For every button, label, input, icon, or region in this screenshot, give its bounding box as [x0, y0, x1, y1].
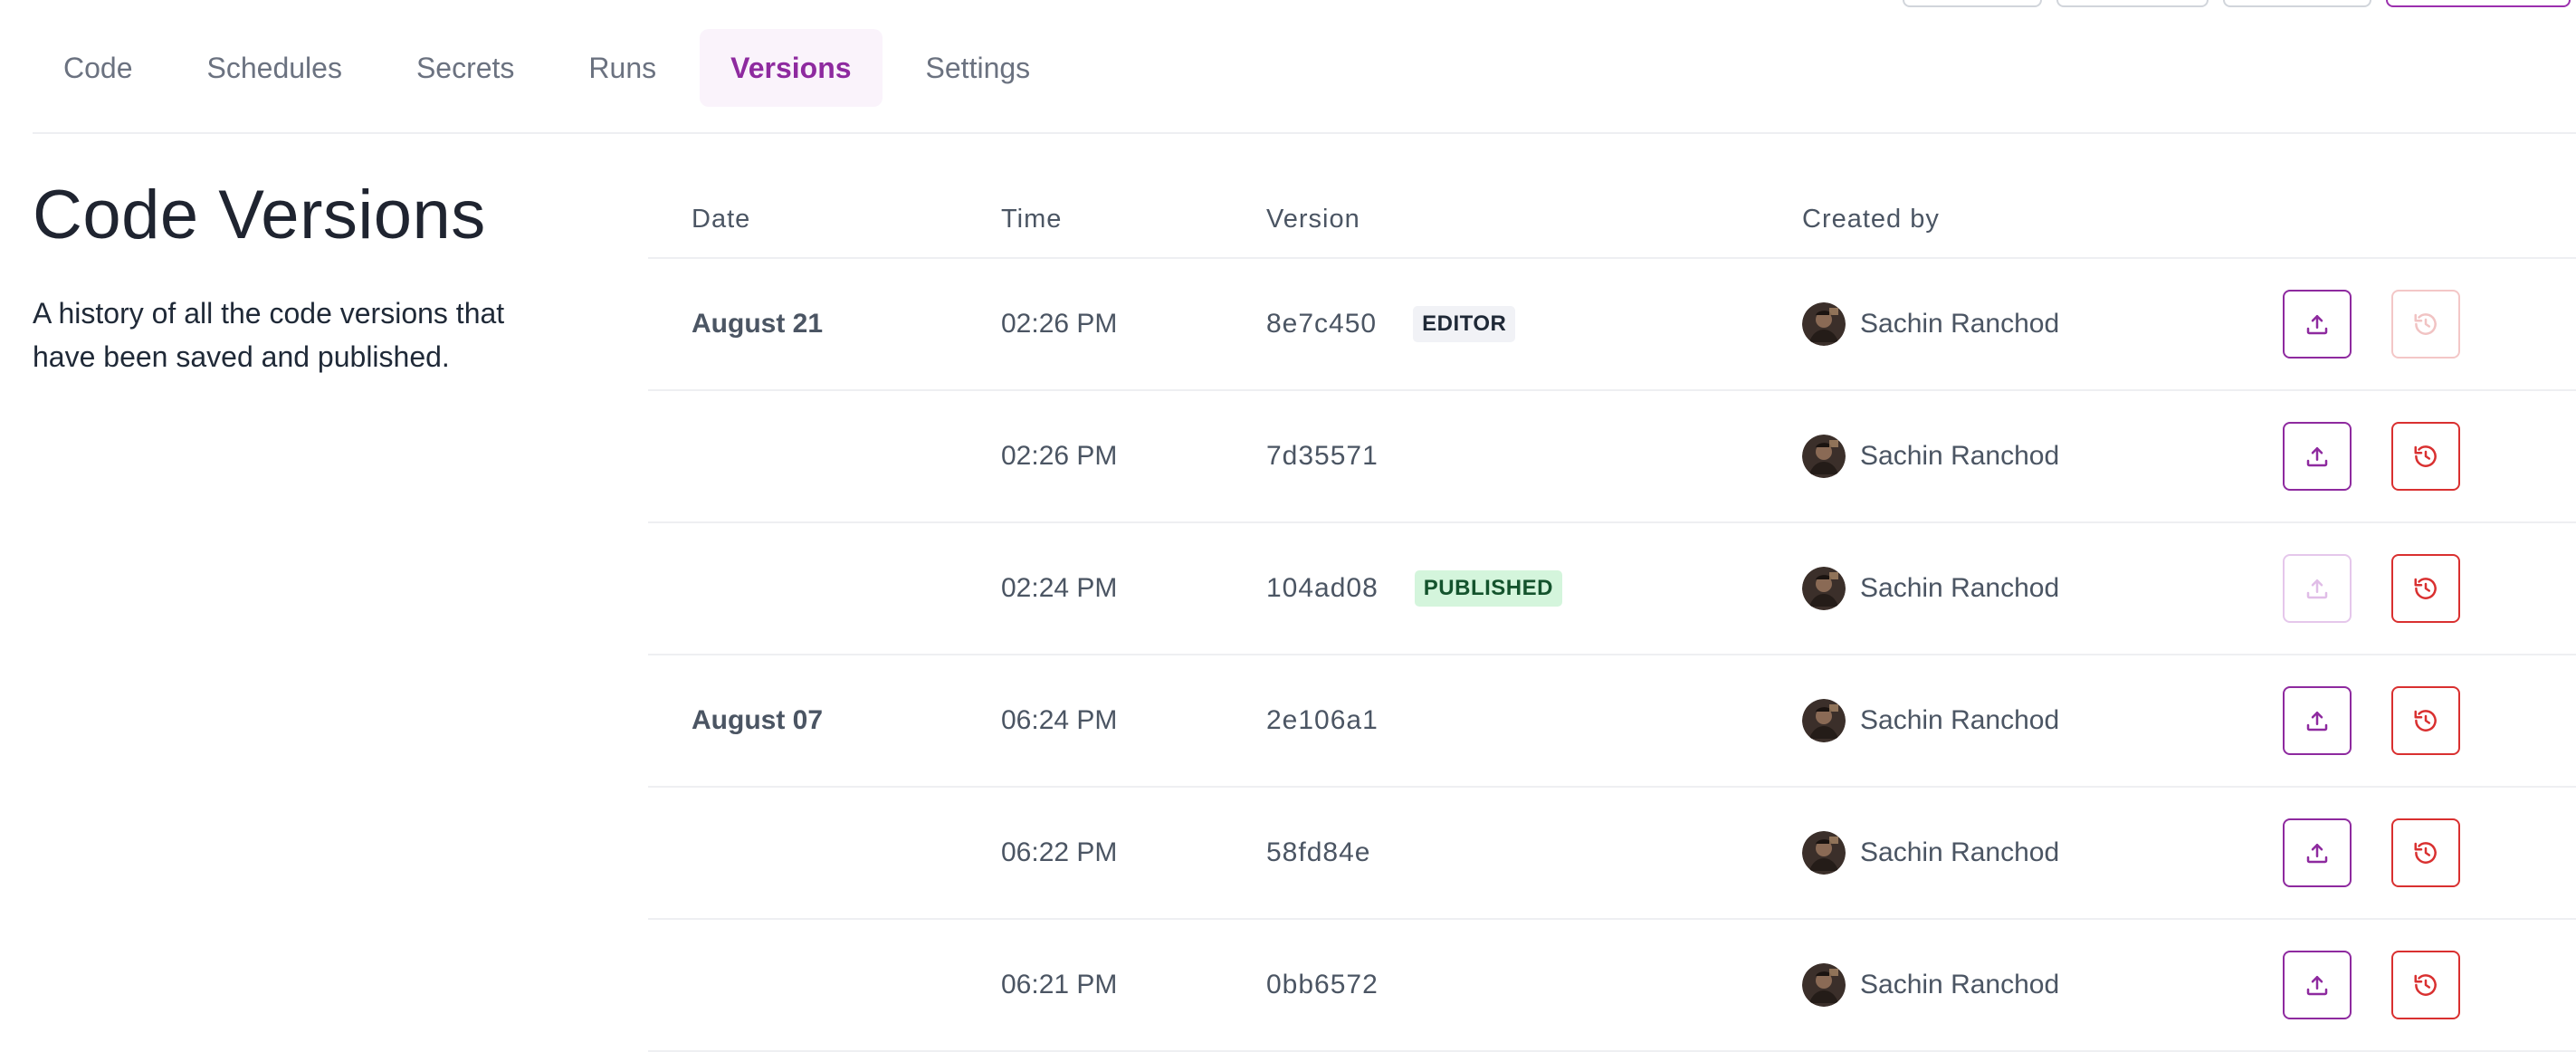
publish-button[interactable]	[2283, 422, 2352, 491]
row-actions	[2283, 523, 2500, 654]
avatar	[1802, 963, 1846, 1007]
tab-secrets[interactable]: Secrets	[386, 29, 545, 107]
row-created-by: Sachin Ranchod	[1802, 391, 2059, 521]
tab-bar: Code Schedules Secrets Runs Versions Set…	[33, 29, 2576, 107]
row-version: 2e106a1	[1266, 655, 1379, 786]
upload-icon	[2304, 707, 2331, 734]
version-hash: 8e7c450	[1266, 309, 1378, 339]
user-name: Sachin Ranchod	[1860, 837, 2060, 867]
history-icon	[2412, 443, 2439, 470]
row-created-by: Sachin Ranchod	[1802, 259, 2059, 389]
tab-schedules[interactable]: Schedules	[177, 29, 373, 107]
user-name: Sachin Ranchod	[1860, 309, 2060, 339]
row-actions	[2283, 655, 2500, 786]
publish-button[interactable]	[2283, 290, 2352, 359]
restore-button[interactable]	[2391, 686, 2460, 755]
upload-icon	[2304, 443, 2331, 470]
tab-runs[interactable]: Runs	[558, 29, 687, 107]
row-time: 02:26 PM	[1001, 309, 1118, 339]
row-date: August 07	[692, 705, 824, 735]
header-primary-button[interactable]	[2386, 0, 2571, 7]
publish-button[interactable]	[2283, 951, 2352, 1019]
editor-badge: EDITOR	[1413, 306, 1516, 342]
history-icon	[2412, 575, 2439, 602]
table-row: 06:22 PM 58fd84e Sachin Ranchod	[648, 788, 2576, 920]
row-actions	[2283, 920, 2500, 1050]
tab-versions[interactable]: Versions	[700, 29, 883, 107]
table-header: Date Time Version Created by	[648, 181, 2576, 259]
row-created-by: Sachin Ranchod	[1802, 523, 2059, 654]
history-icon	[2412, 839, 2439, 866]
upload-icon	[2304, 575, 2331, 602]
header-time: Time	[1001, 205, 1063, 234]
tab-code[interactable]: Code	[33, 29, 164, 107]
version-hash: 58fd84e	[1266, 837, 1371, 867]
user-name: Sachin Ranchod	[1860, 970, 2060, 999]
version-hash: 0bb6572	[1266, 970, 1379, 999]
row-version: 8e7c450 EDITOR	[1266, 259, 1516, 389]
user-name: Sachin Ranchod	[1860, 441, 2060, 471]
avatar	[1802, 302, 1846, 346]
restore-button[interactable]	[2391, 818, 2460, 887]
history-icon	[2412, 311, 2439, 338]
versions-table: Date Time Version Created by August 21 02…	[648, 181, 2576, 1052]
header-button-1[interactable]	[1903, 0, 2042, 7]
table-row: 02:24 PM 104ad08 PUBLISHED Sachin Ranchod	[648, 523, 2576, 655]
user-name: Sachin Ranchod	[1860, 705, 2060, 735]
version-hash: 7d35571	[1266, 441, 1379, 471]
publish-button[interactable]	[2283, 554, 2352, 623]
row-time: 06:22 PM	[1001, 837, 1118, 867]
row-created-by: Sachin Ranchod	[1802, 788, 2059, 918]
header-version: Version	[1266, 205, 1360, 234]
row-created-by: Sachin Ranchod	[1802, 920, 2059, 1050]
version-hash: 2e106a1	[1266, 705, 1379, 735]
table-row: August 07 06:24 PM 2e106a1 Sachin Ranchod	[648, 655, 2576, 788]
page-description: A history of all the code versions that …	[33, 297, 505, 373]
restore-button[interactable]	[2391, 951, 2460, 1019]
tabs-divider	[33, 132, 2576, 134]
tab-settings[interactable]: Settings	[895, 29, 1062, 107]
row-actions	[2283, 788, 2500, 918]
upload-icon	[2304, 971, 2331, 999]
header-date: Date	[692, 205, 751, 234]
avatar	[1802, 567, 1846, 610]
header-button-3[interactable]	[2223, 0, 2371, 7]
history-icon	[2412, 707, 2439, 734]
row-version: 58fd84e	[1266, 788, 1370, 918]
row-time: 02:26 PM	[1001, 441, 1118, 471]
row-actions	[2283, 259, 2500, 389]
user-name: Sachin Ranchod	[1860, 573, 2060, 603]
row-actions	[2283, 391, 2500, 521]
table-row: August 21 02:26 PM 8e7c450 EDITOR Sachin Ran…	[648, 259, 2576, 391]
avatar	[1802, 699, 1846, 742]
restore-button[interactable]	[2391, 554, 2460, 623]
upload-icon	[2304, 839, 2331, 866]
history-icon	[2412, 971, 2439, 999]
row-date: August 21	[692, 309, 824, 339]
row-time: 02:24 PM	[1001, 573, 1118, 603]
table-body: August 21 02:26 PM 8e7c450 EDITOR Sachin Ran…	[648, 259, 2576, 1052]
restore-button[interactable]	[2391, 290, 2460, 359]
row-time: 06:24 PM	[1001, 705, 1118, 735]
row-version: 0bb6572	[1266, 920, 1379, 1050]
table-row: 02:26 PM 7d35571 Sachin Ranchod	[648, 391, 2576, 523]
row-version: 104ad08 PUBLISHED	[1266, 523, 1562, 654]
publish-button[interactable]	[2283, 818, 2352, 887]
upload-icon	[2304, 311, 2331, 338]
avatar	[1802, 435, 1846, 478]
table-row: 06:21 PM 0bb6572 Sachin Ranchod	[648, 920, 2576, 1052]
row-version: 7d35571	[1266, 391, 1379, 521]
version-hash: 104ad08	[1266, 573, 1379, 603]
publish-button[interactable]	[2283, 686, 2352, 755]
page-title: Code Versions	[33, 177, 486, 253]
header-button-2[interactable]	[2056, 0, 2209, 7]
avatar	[1802, 831, 1846, 875]
restore-button[interactable]	[2391, 422, 2460, 491]
published-badge: PUBLISHED	[1414, 570, 1562, 607]
header-created-by: Created by	[1802, 205, 1940, 234]
row-created-by: Sachin Ranchod	[1802, 655, 2059, 786]
row-time: 06:21 PM	[1001, 970, 1118, 999]
